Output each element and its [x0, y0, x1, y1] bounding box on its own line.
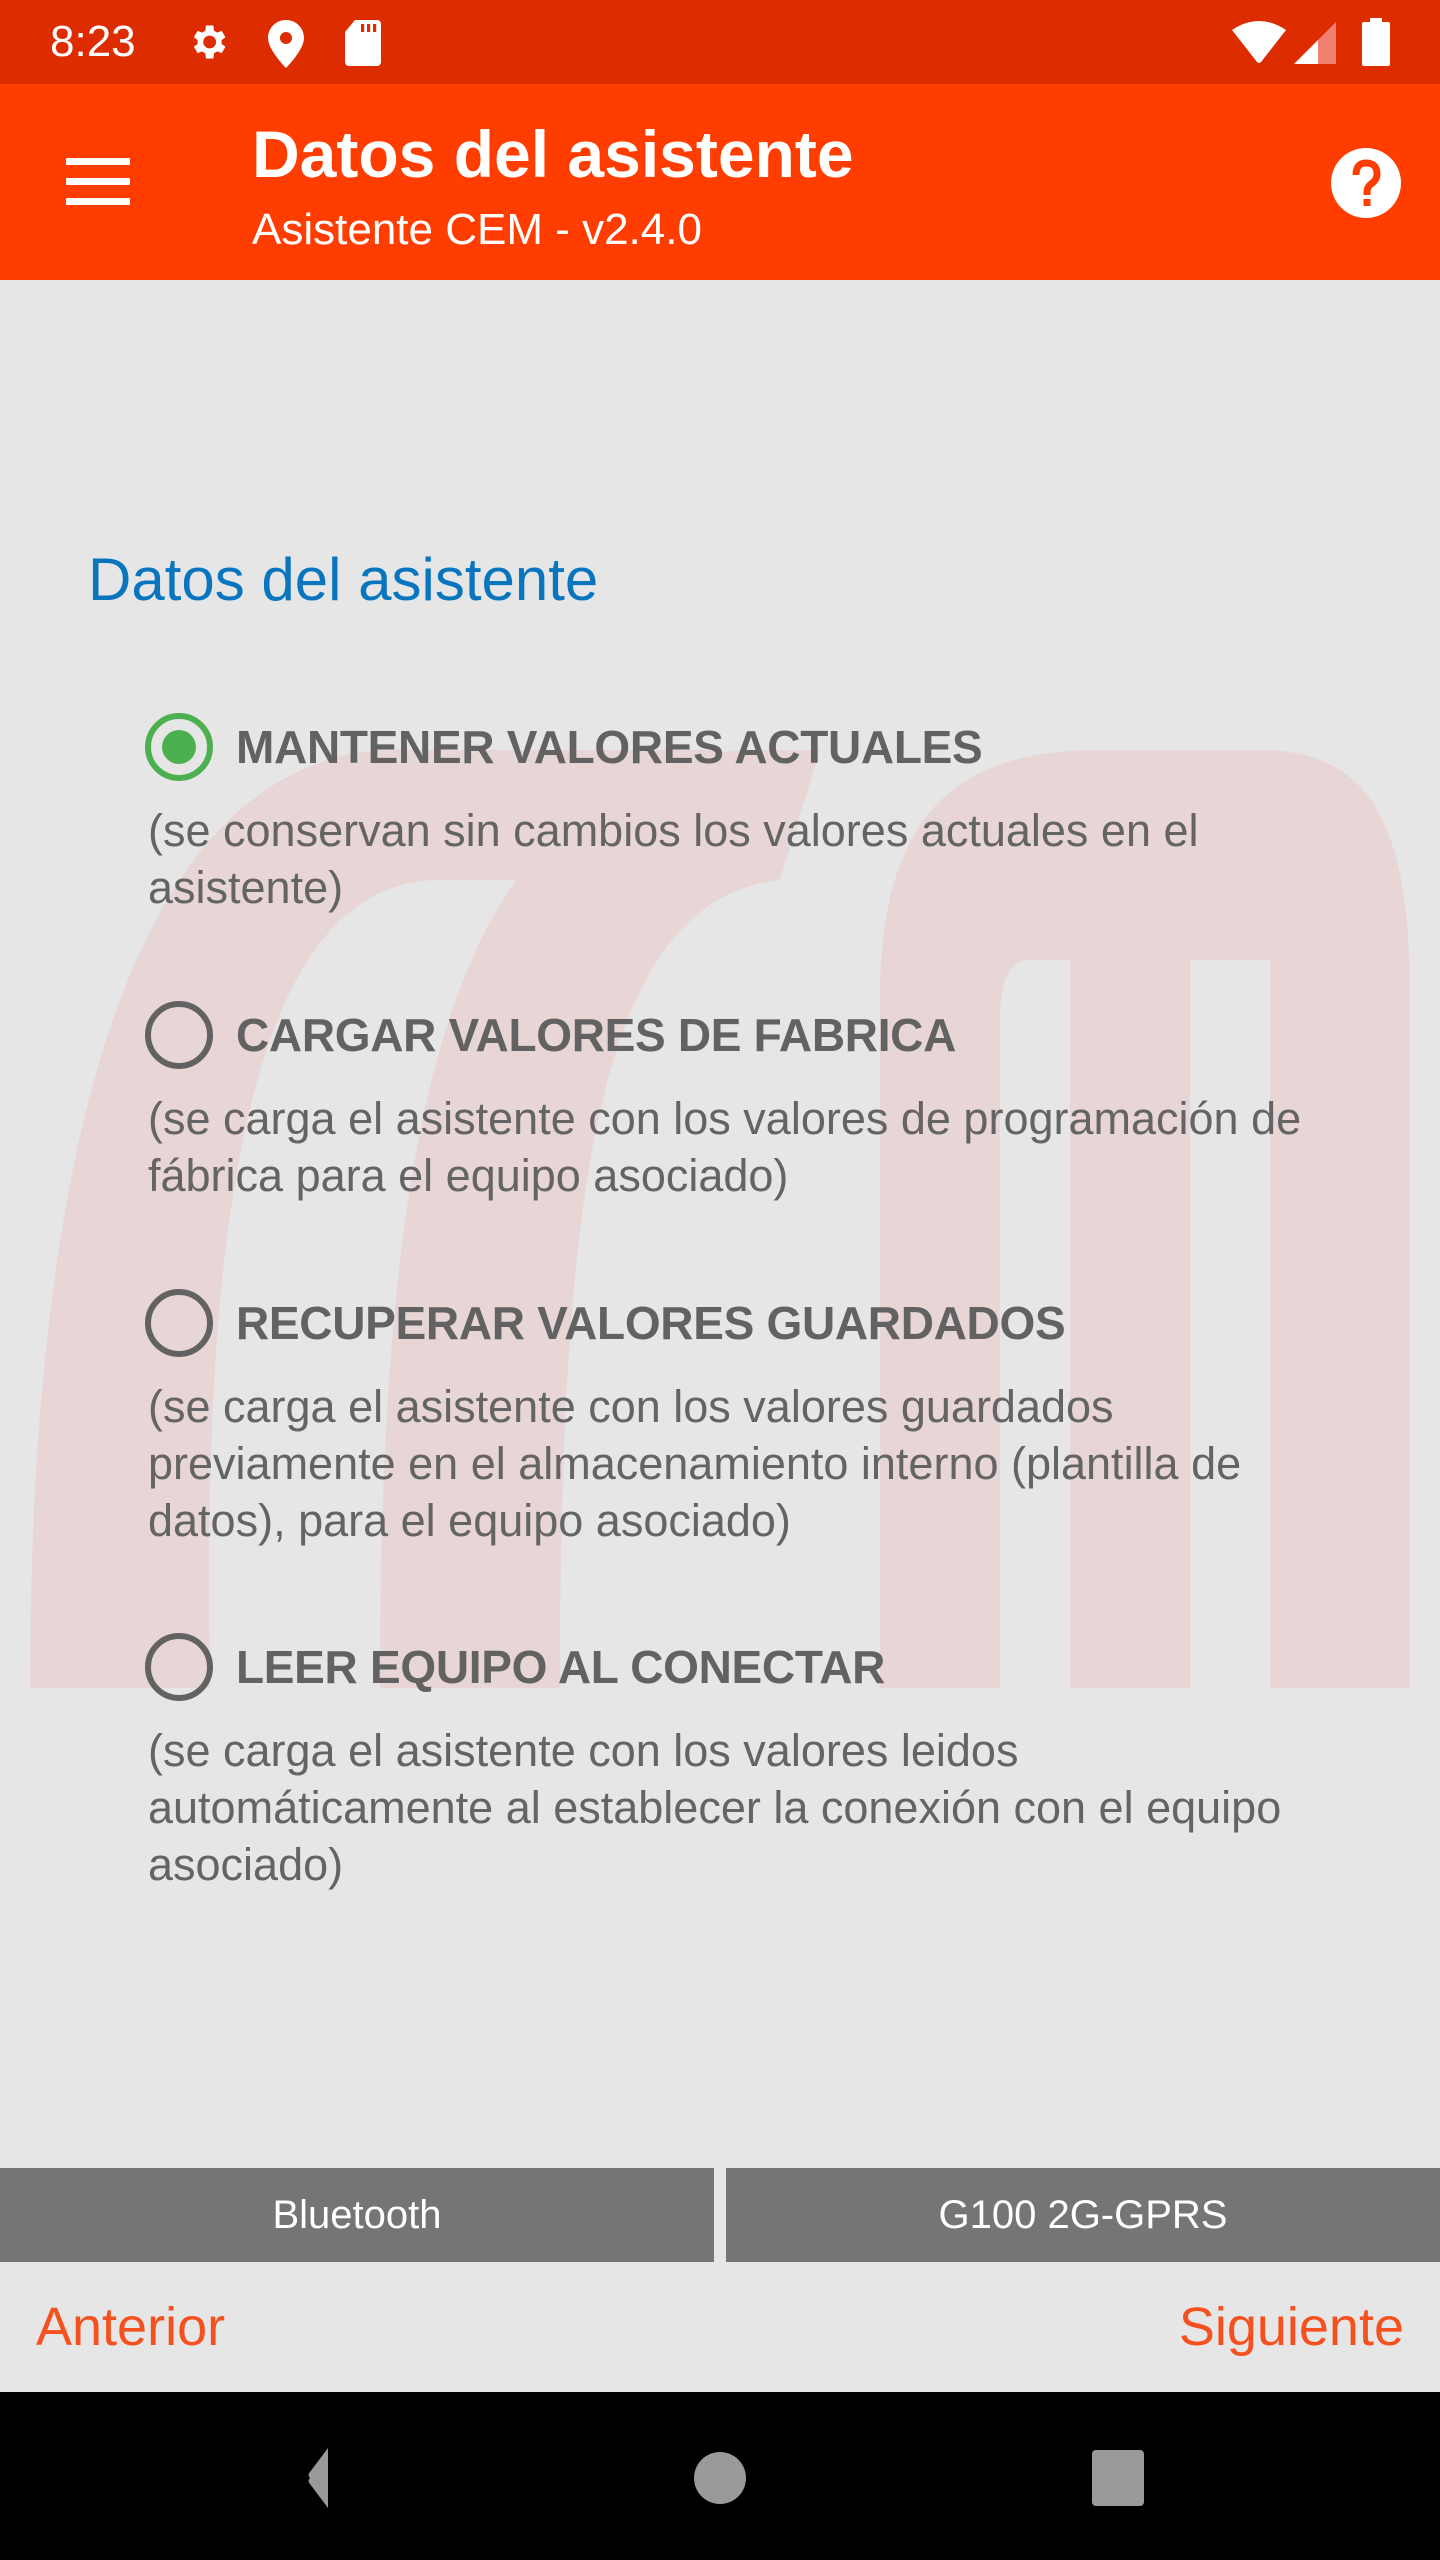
system-navigation-bar [0, 2392, 1440, 2560]
battery-icon [1362, 18, 1390, 66]
device-info-bar: Bluetooth G100 2G-GPRS [0, 2168, 1440, 2262]
option-label: CARGAR VALORES DE FABRICA [236, 1009, 957, 1061]
help-circle-icon[interactable] [1330, 147, 1402, 219]
status-bar: 8:23 [0, 0, 1440, 84]
app-subtitle: Asistente CEM - v2.4.0 [252, 205, 702, 254]
content-area: Datos del asistente MANTENER VALORES ACT… [0, 280, 1440, 2168]
radio-unselected-icon[interactable] [144, 1632, 214, 1702]
option-description: (se carga el asistente con los valores d… [148, 1093, 1302, 1201]
back-icon[interactable] [280, 2446, 360, 2510]
option-label: MANTENER VALORES ACTUALES [236, 721, 983, 773]
radio-unselected-icon[interactable] [144, 1000, 214, 1070]
previous-button[interactable]: Anterior [36, 2292, 225, 2362]
home-icon[interactable] [680, 2446, 760, 2510]
app-title: Datos del asistente [252, 117, 854, 191]
app-bar: Datos del asistente Asistente CEM - v2.4… [0, 84, 1440, 280]
option-description: (se conservan sin cambios los valores ac… [148, 805, 1199, 913]
option-label: RECUPERAR VALORES GUARDADOS [236, 1297, 1066, 1349]
cell-signal-icon [1294, 22, 1336, 64]
section-title: Datos del asistente [88, 546, 599, 613]
radio-unselected-icon[interactable] [144, 1288, 214, 1358]
wifi-icon [1232, 21, 1286, 63]
option-label: LEER EQUIPO AL CONECTAR [236, 1641, 886, 1693]
option-description: (se carga el asistente con los valores l… [148, 1725, 1282, 1890]
location-pin-icon [268, 20, 304, 68]
device-model: G100 2G-GPRS [726, 2168, 1440, 2262]
menu-button[interactable] [56, 148, 140, 216]
hamburger-menu-icon [66, 158, 130, 165]
option-description: (se carga el asistente con los valores g… [148, 1381, 1242, 1546]
connection-type: Bluetooth [0, 2168, 714, 2262]
gear-icon [193, 25, 226, 59]
wizard-navigation: Anterior Siguiente [0, 2262, 1440, 2392]
recents-icon[interactable] [1078, 2446, 1158, 2510]
sd-card-icon [345, 20, 381, 66]
status-time: 8:23 [50, 17, 136, 66]
radio-selected-icon[interactable] [144, 712, 214, 782]
next-button[interactable]: Siguiente [1179, 2292, 1404, 2362]
